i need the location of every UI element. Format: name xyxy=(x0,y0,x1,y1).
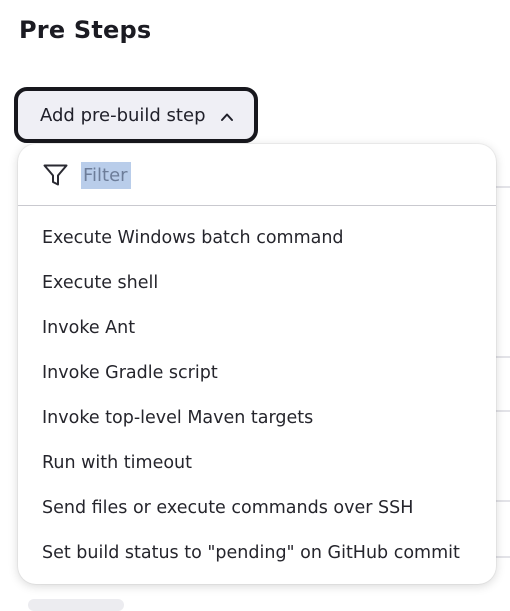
menu-item-invoke-maven-targets[interactable]: Invoke top-level Maven targets xyxy=(18,396,496,441)
section-title: Pre Steps xyxy=(19,16,152,44)
add-pre-build-step-button[interactable]: Add pre-build step xyxy=(14,87,258,143)
pre-build-step-dropdown: Filter Execute Windows batch command Exe… xyxy=(18,144,496,584)
add-pre-build-step-label: Add pre-build step xyxy=(40,104,206,126)
menu-item-invoke-ant[interactable]: Invoke Ant xyxy=(18,306,496,351)
step-menu-list: Execute Windows batch command Execute sh… xyxy=(18,216,496,576)
filter-input[interactable] xyxy=(80,162,460,190)
filter-funnel-icon xyxy=(42,163,69,188)
menu-item-execute-shell[interactable]: Execute shell xyxy=(18,261,496,306)
menu-item-execute-windows-batch-command[interactable]: Execute Windows batch command xyxy=(18,216,496,261)
menu-item-set-github-pending-status[interactable]: Set build status to "pending" on GitHub … xyxy=(18,531,496,576)
menu-item-run-with-timeout[interactable]: Run with timeout xyxy=(18,441,496,486)
chevron-up-icon xyxy=(220,108,234,122)
filter-row: Filter xyxy=(18,144,496,206)
menu-item-invoke-gradle-script[interactable]: Invoke Gradle script xyxy=(18,351,496,396)
background-button-edge xyxy=(28,599,124,611)
menu-item-send-files-over-ssh[interactable]: Send files or execute commands over SSH xyxy=(18,486,496,531)
